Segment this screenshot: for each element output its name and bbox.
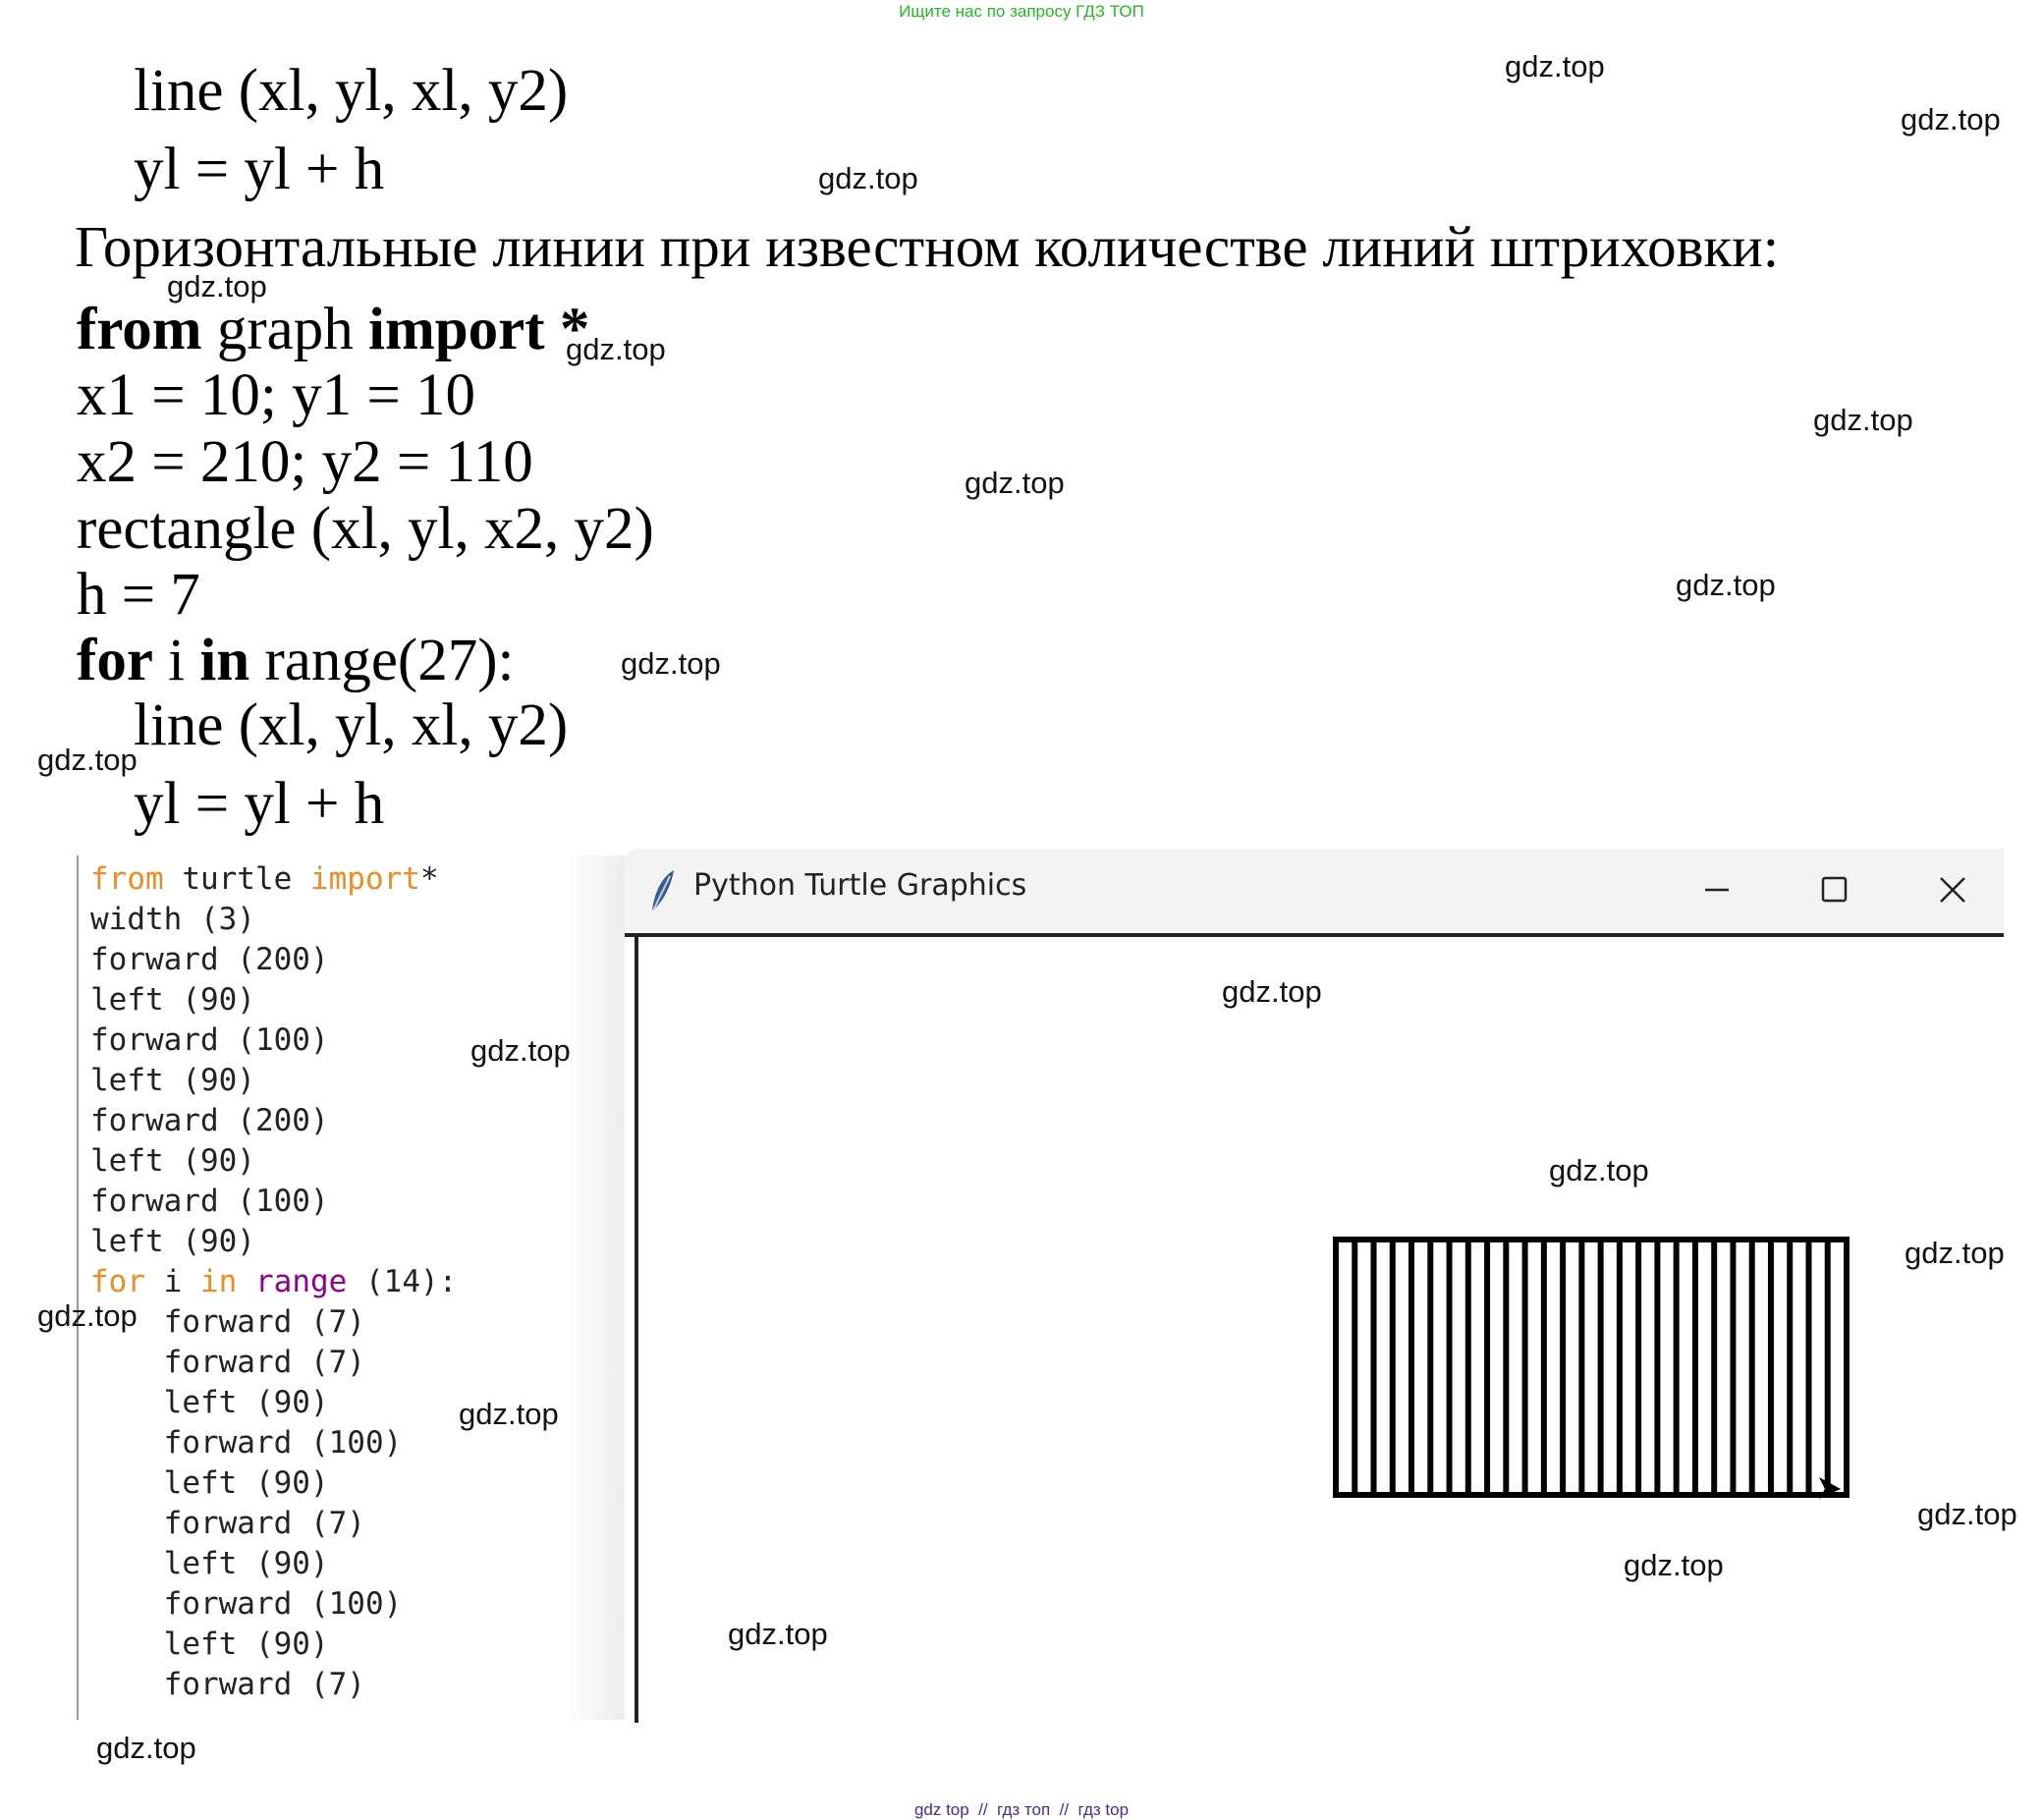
window-title: Python Turtle Graphics bbox=[693, 868, 1027, 903]
watermark: gdz.top bbox=[459, 1397, 559, 1431]
watermark: gdz.top bbox=[37, 743, 138, 777]
kw-from: from bbox=[77, 297, 202, 362]
watermark: gdz.top bbox=[818, 161, 918, 195]
for-var: i bbox=[152, 628, 200, 693]
watermark: gdz.top bbox=[1676, 568, 1776, 602]
doc-for-line: for i in range(27): bbox=[77, 631, 515, 690]
watermark: gdz.top bbox=[1222, 974, 1322, 1009]
maximize-icon[interactable] bbox=[1813, 868, 1856, 911]
kw-import: import bbox=[368, 297, 545, 362]
watermark: gdz.top bbox=[621, 646, 721, 681]
top-banner: Ищите нас по запросу ГДЗ ТОП bbox=[899, 2, 1144, 21]
watermark: gdz.top bbox=[1905, 1236, 2005, 1270]
code-line: left (90) bbox=[90, 1063, 255, 1098]
close-icon[interactable] bbox=[1931, 868, 1974, 911]
doc-assign-1: x1 = 10; y1 = 10 bbox=[77, 362, 476, 428]
code-line: left (90) bbox=[90, 1627, 329, 1662]
watermark: gdz.top bbox=[965, 466, 1065, 500]
kw-for: for bbox=[77, 628, 153, 693]
code-line: left (90) bbox=[90, 982, 255, 1018]
doc-line-2: yl = yl + h bbox=[134, 137, 385, 202]
watermark: gdz.top bbox=[1549, 1153, 1649, 1187]
code-line: forward (100) bbox=[90, 1022, 329, 1058]
doc-rectangle: rectangle (xl, yl, x2, y2) bbox=[77, 496, 654, 562]
doc-line-1: line (xl, yl, xl, y2) bbox=[134, 58, 569, 124]
doc-loop-line: line (xl, yl, xl, y2) bbox=[134, 692, 569, 758]
doc-import-line: from graph import * bbox=[77, 300, 589, 359]
doc-assign-2: x2 = 210; y2 = 110 bbox=[77, 429, 533, 495]
watermark: gdz.top bbox=[728, 1617, 828, 1651]
code-line: forward (7) bbox=[90, 1506, 365, 1541]
watermark: gdz.top bbox=[167, 269, 267, 303]
code-line: left (90) bbox=[90, 1143, 255, 1179]
feather-icon bbox=[652, 870, 674, 911]
doc-h-assign: h = 7 bbox=[77, 562, 200, 628]
watermark: gdz.top bbox=[1624, 1548, 1724, 1582]
watermark: gdz.top bbox=[1813, 403, 1913, 437]
bottom-banner: gdz top // гдз топ // гдз top bbox=[913, 1800, 1130, 1819]
code-line: width (3) bbox=[90, 902, 255, 937]
doc-loop-inc: yl = yl + h bbox=[134, 771, 385, 837]
kw-in: in bbox=[199, 628, 250, 693]
module-name: graph bbox=[201, 297, 368, 362]
minimize-icon[interactable] bbox=[1695, 868, 1739, 911]
code-line: forward (7) bbox=[90, 1345, 365, 1380]
doc-heading: Горизонтальные линии при известном колич… bbox=[75, 214, 1780, 279]
code-line: forward (100) bbox=[90, 1586, 403, 1622]
code-line: left (90) bbox=[90, 1224, 255, 1259]
code-line: forward (200) bbox=[90, 942, 329, 977]
code-line: left (90) bbox=[90, 1546, 329, 1581]
watermark: gdz.top bbox=[37, 1298, 138, 1333]
watermark: gdz.top bbox=[1901, 102, 2001, 137]
code-line: forward (200) bbox=[90, 1103, 329, 1138]
watermark: gdz.top bbox=[470, 1033, 571, 1068]
turtle-canvas bbox=[635, 937, 2008, 1723]
watermark: gdz.top bbox=[96, 1731, 196, 1765]
code-editor: from turtle import* width (3) forward (2… bbox=[77, 855, 629, 1720]
watermark: gdz.top bbox=[566, 332, 666, 366]
code-line: forward (100) bbox=[90, 1425, 403, 1461]
watermark: gdz.top bbox=[1917, 1497, 2017, 1531]
watermark: gdz.top bbox=[1505, 49, 1605, 83]
code-line: left (90) bbox=[90, 1465, 329, 1501]
code-line: from turtle import* bbox=[90, 861, 439, 897]
window-titlebar[interactable]: Python Turtle Graphics bbox=[625, 849, 2004, 937]
turtle-drawing bbox=[1333, 1237, 1850, 1499]
code-line: left (90) bbox=[90, 1385, 329, 1420]
code-line: forward (7) bbox=[90, 1667, 365, 1702]
for-range: range(27): bbox=[249, 628, 515, 693]
code-line: forward (100) bbox=[90, 1184, 329, 1219]
code-line: for i in range (14): bbox=[90, 1264, 458, 1299]
